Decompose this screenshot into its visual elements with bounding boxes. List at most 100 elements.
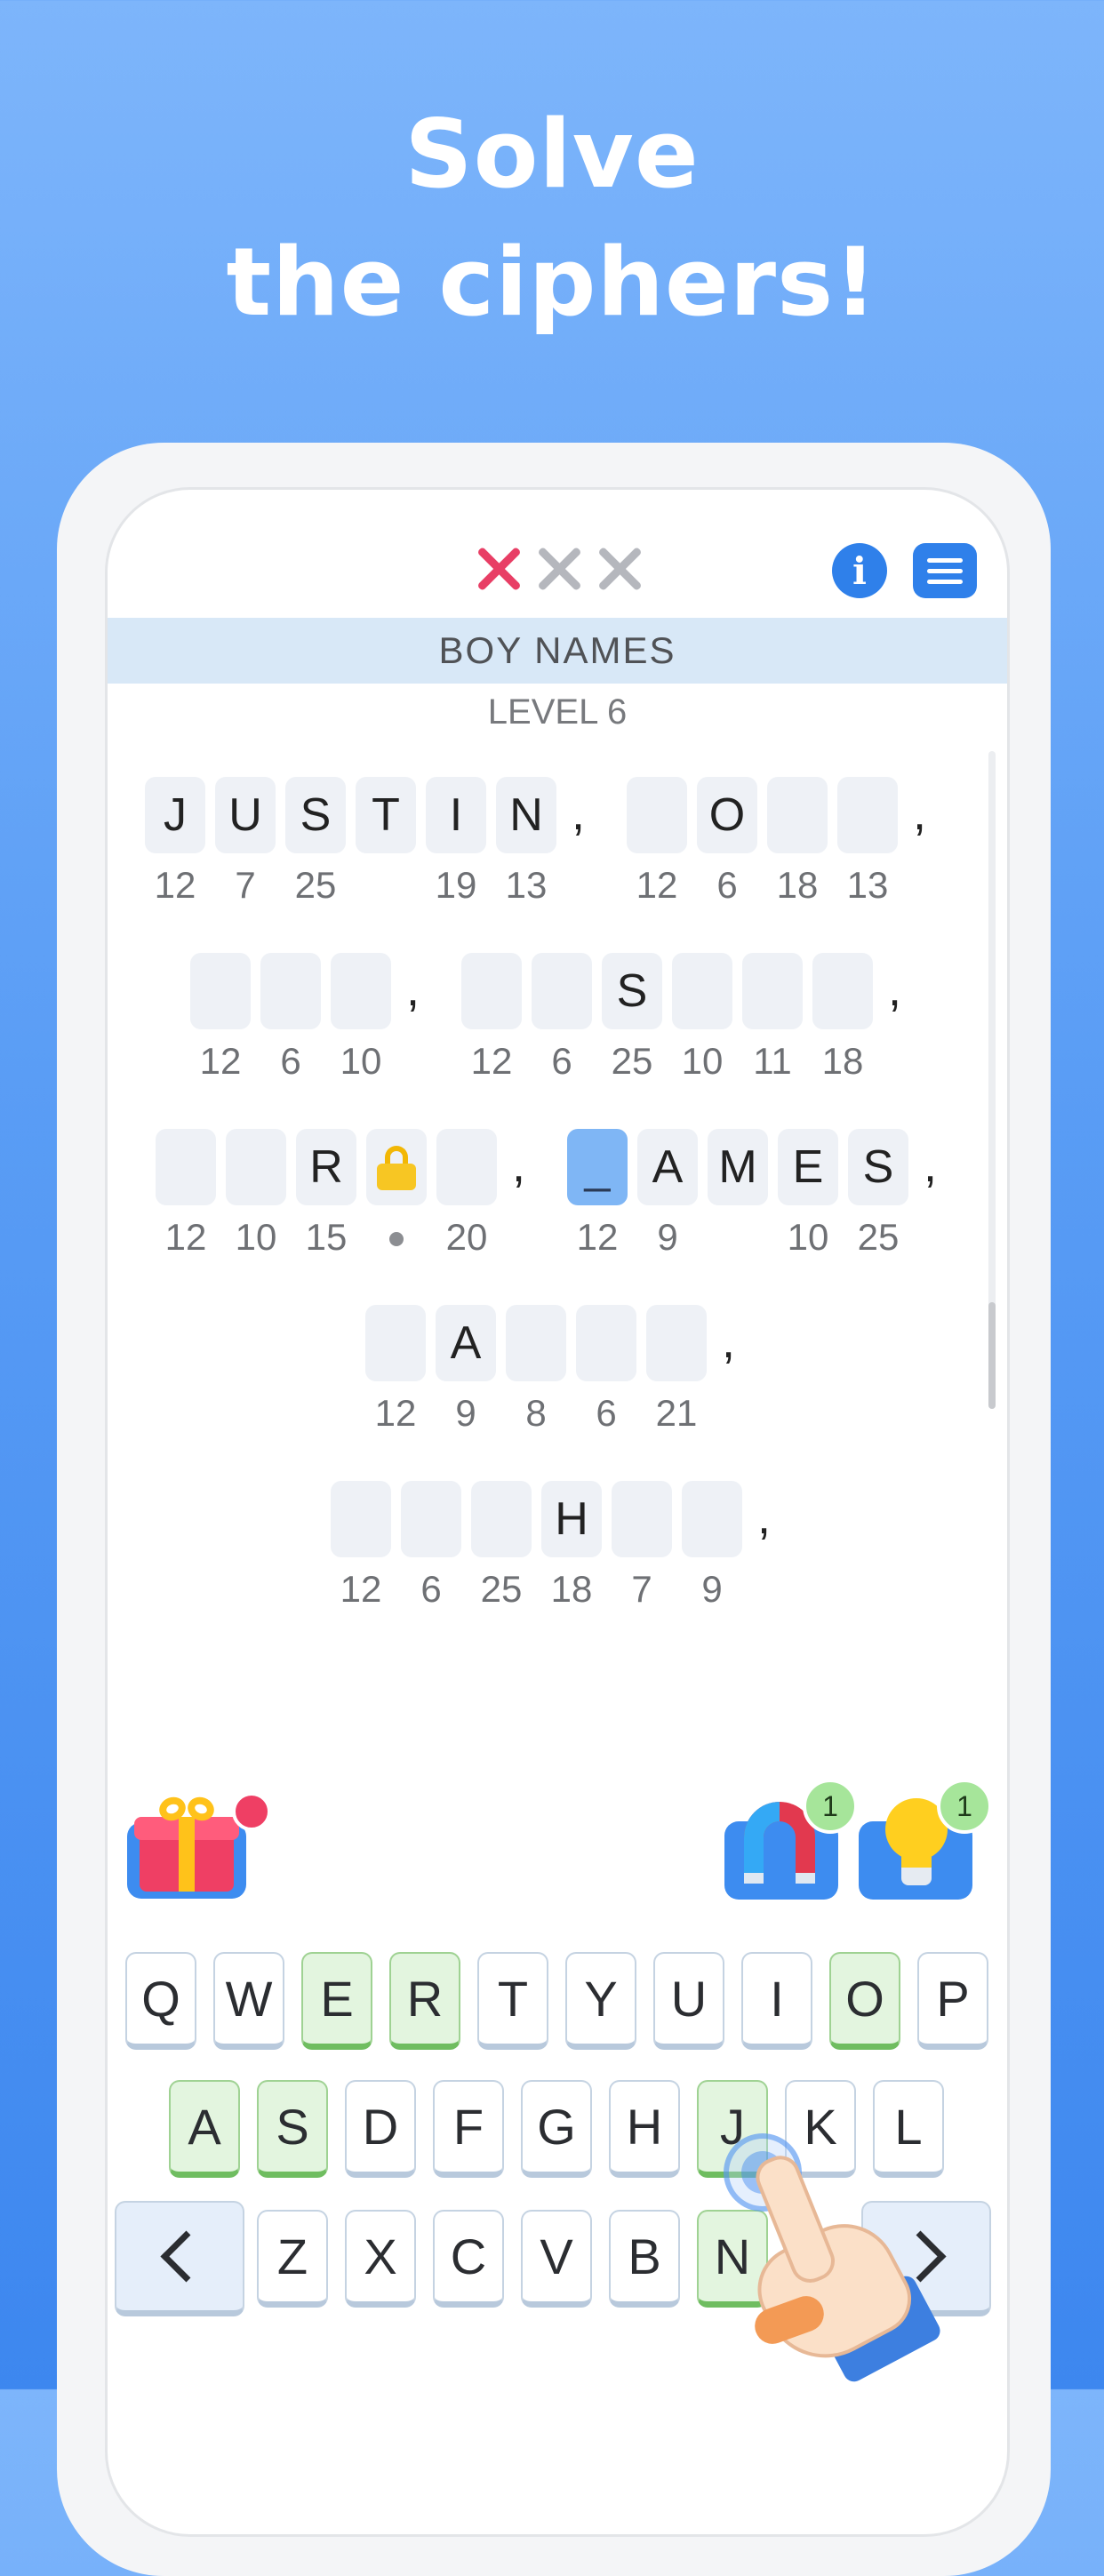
letter-cell[interactable] (190, 953, 251, 1029)
cipher-number: 25 (611, 1040, 653, 1082)
key-q[interactable]: Q (125, 1952, 196, 2050)
letter-cell[interactable] (331, 953, 391, 1029)
key-v[interactable]: V (521, 2210, 592, 2308)
letter-cell[interactable]: J (145, 777, 205, 853)
category-bar: BOY NAMES (108, 618, 1007, 684)
cell-letter: H (555, 1493, 588, 1545)
letter-cell[interactable] (837, 777, 898, 853)
key-r[interactable]: R (389, 1952, 460, 2050)
letter-cell[interactable]: T (356, 777, 416, 853)
notification-dot (232, 1792, 271, 1831)
cell-letter: A (652, 1141, 684, 1193)
scrollbar-thumb[interactable] (988, 1302, 996, 1409)
letter-cell[interactable] (646, 1305, 707, 1381)
letter-cell[interactable] (672, 953, 732, 1029)
letter-cell[interactable] (331, 1481, 391, 1557)
letter-cell[interactable] (682, 1481, 742, 1557)
key-i[interactable]: I (741, 1952, 812, 2050)
letter-cell[interactable] (742, 953, 803, 1029)
magnet-count-badge: 1 (803, 1779, 858, 1834)
mistake-x-icon (593, 543, 644, 595)
info-button[interactable]: i (832, 543, 887, 598)
letter-cell[interactable]: S (285, 777, 346, 853)
letter-cell[interactable] (576, 1305, 636, 1381)
scrollbar[interactable] (988, 751, 996, 1409)
cipher-number: 12 (199, 1040, 242, 1082)
letter-cell[interactable] (767, 777, 828, 853)
key-p[interactable]: P (917, 1952, 988, 2050)
letter-cell[interactable]: M (708, 1129, 768, 1205)
key-g[interactable]: G (521, 2080, 592, 2178)
cipher-number: 18 (550, 1568, 593, 1610)
letter-cell[interactable]: I (426, 777, 486, 853)
letter-cell[interactable]: H (541, 1481, 602, 1557)
comma-separator: , (572, 787, 586, 840)
cipher-number: 9 (701, 1568, 723, 1610)
cipher-number: 10 (681, 1040, 724, 1082)
locked-letter-cell[interactable] (366, 1129, 427, 1205)
cipher-number: 12 (164, 1216, 207, 1258)
letter-cell[interactable] (401, 1481, 461, 1557)
letter-cell[interactable] (532, 953, 592, 1029)
key-d[interactable]: D (345, 2080, 416, 2178)
letter-cell[interactable]: A (436, 1305, 496, 1381)
key-u[interactable]: U (653, 1952, 724, 2050)
letter-cell[interactable] (226, 1129, 286, 1205)
headline-line-1: Solve (404, 100, 700, 209)
letter-cell[interactable]: U (215, 777, 276, 853)
key-s[interactable]: S (257, 2080, 328, 2178)
letter-cell[interactable] (506, 1305, 566, 1381)
key-c[interactable]: C (433, 2210, 504, 2308)
key-e[interactable]: E (301, 1952, 372, 2050)
gift-button[interactable] (127, 1792, 271, 1900)
key-f[interactable]: F (433, 2080, 504, 2178)
level-label: LEVEL 6 (487, 692, 628, 732)
letter-cell[interactable]: S (602, 953, 662, 1029)
letter-cell[interactable]: _ (567, 1129, 628, 1205)
letter-cell[interactable] (156, 1129, 216, 1205)
letter-cell[interactable] (627, 777, 687, 853)
key-x[interactable]: X (345, 2210, 416, 2308)
cipher-number: 11 (753, 1040, 792, 1082)
key-t[interactable]: T (477, 1952, 548, 2050)
letter-cell[interactable] (461, 953, 522, 1029)
letter-cell[interactable]: A (637, 1129, 698, 1205)
cipher-number: 13 (505, 864, 548, 906)
letter-cell[interactable] (436, 1129, 497, 1205)
letter-cell[interactable] (365, 1305, 426, 1381)
letter-cell[interactable]: N (496, 777, 556, 853)
cipher-number: 12 (340, 1568, 382, 1610)
letter-cell[interactable]: O (697, 777, 757, 853)
comma-separator: , (888, 963, 902, 1016)
cipher-number: 25 (480, 1568, 523, 1610)
letter-cell[interactable]: E (778, 1129, 838, 1205)
cipher-number: 25 (294, 864, 337, 906)
key-o[interactable]: O (829, 1952, 900, 2050)
cipher-number: 12 (470, 1040, 513, 1082)
key-h[interactable]: H (609, 2080, 680, 2178)
back-key[interactable] (115, 2201, 244, 2316)
cipher-number: 9 (657, 1216, 678, 1258)
key-y[interactable]: Y (565, 1952, 636, 2050)
key-b[interactable]: B (609, 2210, 680, 2308)
letter-cell[interactable] (260, 953, 321, 1029)
key-a[interactable]: A (169, 2080, 240, 2178)
letter-cell[interactable] (471, 1481, 532, 1557)
cipher-number: 12 (374, 1392, 417, 1434)
cipher-number: 21 (655, 1392, 698, 1434)
cipher-number: 12 (576, 1216, 619, 1258)
cell-letter: S (616, 965, 648, 1017)
hint-button[interactable]: 1 (859, 1779, 992, 1900)
letter-cell[interactable]: S (848, 1129, 908, 1205)
cipher-number: 18 (776, 864, 819, 906)
letter-cell[interactable]: R (296, 1129, 356, 1205)
cipher-number: 18 (821, 1040, 864, 1082)
key-z[interactable]: Z (257, 2210, 328, 2308)
cipher-number: 8 (525, 1392, 547, 1434)
key-w[interactable]: W (213, 1952, 284, 2050)
letter-cell[interactable] (812, 953, 873, 1029)
menu-button[interactable] (913, 543, 977, 598)
letter-cell[interactable] (612, 1481, 672, 1557)
cipher-number: 15 (305, 1216, 348, 1258)
magnet-button[interactable]: 1 (724, 1779, 858, 1900)
